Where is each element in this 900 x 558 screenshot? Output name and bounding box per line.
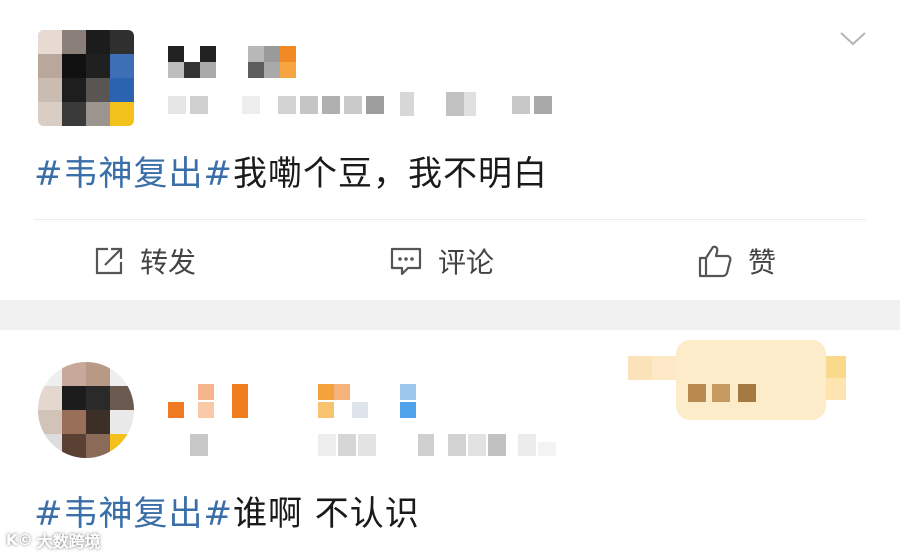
avatar[interactable] <box>38 30 134 126</box>
post-meta-blurred <box>168 92 568 120</box>
repost-button[interactable]: 转发 <box>92 236 196 286</box>
comment-button[interactable]: 评论 <box>388 236 494 286</box>
badge-blurred <box>628 340 858 430</box>
username-blurred[interactable] <box>168 46 318 80</box>
comment-icon <box>388 244 424 278</box>
watermark-logo: K© <box>6 531 33 549</box>
action-bar: 转发 评论 赞 <box>0 228 900 294</box>
repost-label: 转发 <box>140 246 197 279</box>
post-card: #韦神复出#我嘞个豆，我不明白 转发 评论 赞 <box>0 0 900 300</box>
chevron-down-icon[interactable] <box>838 28 868 50</box>
post-meta-blurred <box>168 430 568 460</box>
watermark: K© 大数跨境 <box>6 528 101 552</box>
post-body: 我嘞个豆，我不明白 <box>232 154 548 194</box>
like-label: 赞 <box>748 246 777 279</box>
username-blurred[interactable] <box>168 384 448 418</box>
like-button[interactable]: 赞 <box>696 236 776 286</box>
feed: #韦神复出#我嘞个豆，我不明白 转发 评论 赞 #韦神复出#谁啊 不认识 K© … <box>0 0 900 558</box>
post-body: 谁啊 不认识 <box>232 494 420 534</box>
repost-icon <box>92 244 126 278</box>
post-text: #韦神复出#我嘞个豆，我不明白 <box>34 146 548 195</box>
avatar[interactable] <box>38 362 134 458</box>
post-card: #韦神复出#谁啊 不认识 <box>0 330 900 558</box>
divider <box>34 219 866 220</box>
like-icon <box>696 243 734 279</box>
hashtag-link[interactable]: #韦神复出# <box>34 154 233 194</box>
watermark-text: 大数跨境 <box>36 532 101 551</box>
feed-separator <box>0 300 900 330</box>
comment-label: 评论 <box>438 246 495 279</box>
